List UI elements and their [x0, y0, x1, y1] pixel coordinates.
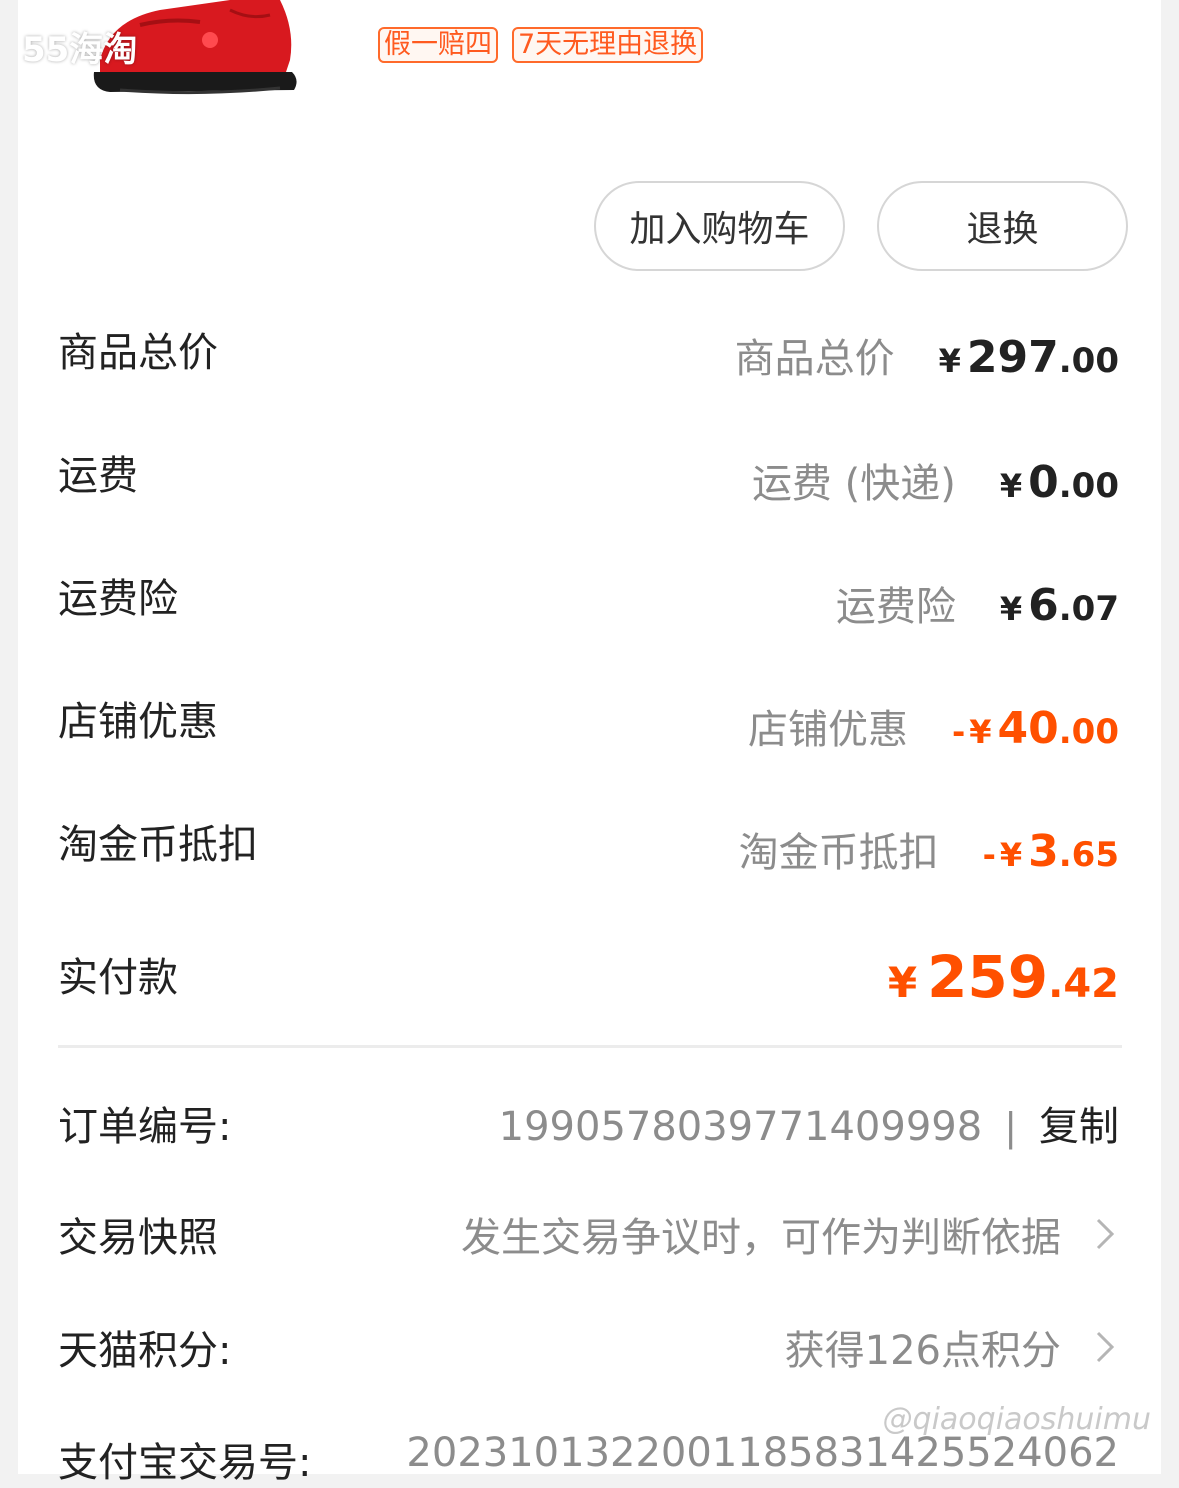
- row-label: 订单编号:: [58, 1104, 232, 1150]
- currency-symbol: ¥: [999, 590, 1023, 628]
- row-label: 交易快照: [58, 1215, 218, 1261]
- row-label: 运费: [58, 453, 138, 499]
- minus-sign: -: [951, 713, 966, 751]
- chevron-right-icon: [1096, 1218, 1115, 1250]
- amount-decimal: .42: [1048, 961, 1119, 1007]
- currency-symbol: ¥: [999, 836, 1023, 874]
- row-label: 实付款: [58, 955, 178, 1001]
- total-amount: ¥ 259 .42: [888, 943, 1119, 1011]
- points-value: 获得126点积分: [784, 1328, 1061, 1374]
- row-sublabel: 淘金币抵扣: [738, 830, 939, 876]
- separator: |: [1004, 1105, 1017, 1149]
- product-tags: 假一赔四 7天无理由退换: [378, 27, 704, 63]
- row-sublabel: 店铺优惠: [747, 707, 908, 753]
- row-label: 天猫积分:: [58, 1328, 232, 1374]
- amount-decimal: .00: [1058, 341, 1119, 381]
- minus-sign: -: [982, 836, 996, 874]
- row-label: 运费险: [58, 576, 178, 622]
- amount-decimal: .00: [1058, 466, 1119, 506]
- watermark-username: @qiaoqiaoshuimu: [882, 1402, 1151, 1437]
- amount-decimal: .00: [1058, 712, 1119, 752]
- row-label: 商品总价: [58, 330, 218, 376]
- tag-fake-compensation: 假一赔四: [378, 27, 498, 63]
- tag-7day-return: 7天无理由退换: [512, 27, 704, 63]
- row-label: 淘金币抵扣: [58, 822, 258, 868]
- return-exchange-button[interactable]: 退换: [877, 181, 1128, 271]
- amount-integer: 297: [966, 332, 1059, 383]
- row-sublabel: 运费 (快递): [751, 461, 956, 507]
- row-amount: ¥ 6 .07: [1000, 580, 1119, 631]
- row-sublabel: 商品总价: [734, 336, 895, 382]
- row-label: 支付宝交易号:: [58, 1440, 312, 1486]
- row-sublabel: 运费险: [835, 584, 956, 630]
- amount-decimal: .65: [1058, 835, 1119, 875]
- row-amount: ¥ 0 .00: [1000, 457, 1119, 508]
- currency-symbol: ¥: [938, 342, 961, 380]
- row-amount: ¥ 297 .00: [939, 332, 1119, 383]
- copy-button[interactable]: 复制: [1039, 1094, 1119, 1152]
- row-label: 店铺优惠: [58, 699, 218, 745]
- currency-symbol: ¥: [887, 958, 918, 1007]
- add-to-cart-button[interactable]: 加入购物车: [594, 181, 845, 271]
- currency-symbol: ¥: [969, 713, 992, 751]
- watermark-logo: 55海淘: [22, 30, 138, 70]
- amount-integer: 0: [1028, 457, 1059, 508]
- order-number-value: 1990578039771409998: [498, 1104, 983, 1150]
- section-divider: [58, 1045, 1122, 1048]
- amount-integer: 40: [997, 703, 1059, 754]
- row-amount: - ¥ 40 .00: [952, 703, 1119, 754]
- row-amount: - ¥ 3 .65: [983, 826, 1119, 877]
- amount-integer: 3: [1028, 826, 1059, 877]
- snapshot-value: 发生交易争议时，可作为判断依据: [461, 1215, 1061, 1261]
- amount-decimal: .07: [1058, 589, 1119, 629]
- amount-integer: 259: [927, 943, 1049, 1011]
- amount-integer: 6: [1028, 580, 1059, 631]
- chevron-right-icon: [1096, 1331, 1115, 1363]
- currency-symbol: ¥: [999, 467, 1023, 505]
